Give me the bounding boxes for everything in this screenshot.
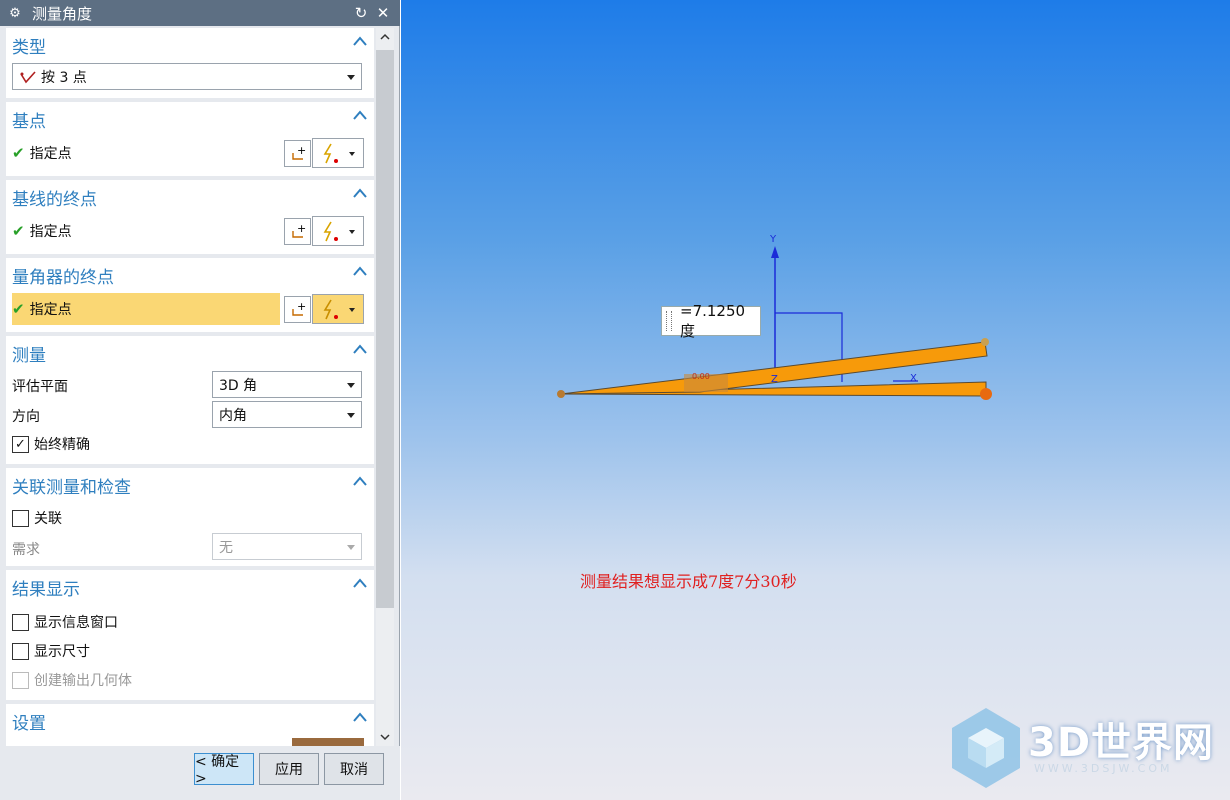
protractor-end-marker[interactable] <box>981 338 989 346</box>
model-geometry <box>557 246 992 400</box>
drag-grip-icon[interactable] <box>666 311 672 331</box>
watermark-title: 3D世界网 <box>1028 720 1215 766</box>
y-axis-label: Y <box>770 234 777 245</box>
watermark-logo: 3D世界网 WWW.3DSJW.COM <box>948 706 1228 794</box>
baseline-end-marker[interactable] <box>980 388 992 400</box>
y-axis-arrow <box>771 246 779 258</box>
cube-logo-icon <box>952 708 1020 788</box>
angle-measurement-tooltip[interactable]: =7.1250 度 <box>661 302 761 340</box>
hinge-dimension-label: 0.00 <box>692 372 710 381</box>
annotation-note: 测量结果想显示成7度7分30秒 <box>580 572 797 591</box>
base-point-marker[interactable] <box>557 390 565 398</box>
watermark-url: WWW.3DSJW.COM <box>1034 762 1173 775</box>
x-axis-label: X <box>910 373 917 384</box>
z-axis-label: Z <box>771 374 778 385</box>
